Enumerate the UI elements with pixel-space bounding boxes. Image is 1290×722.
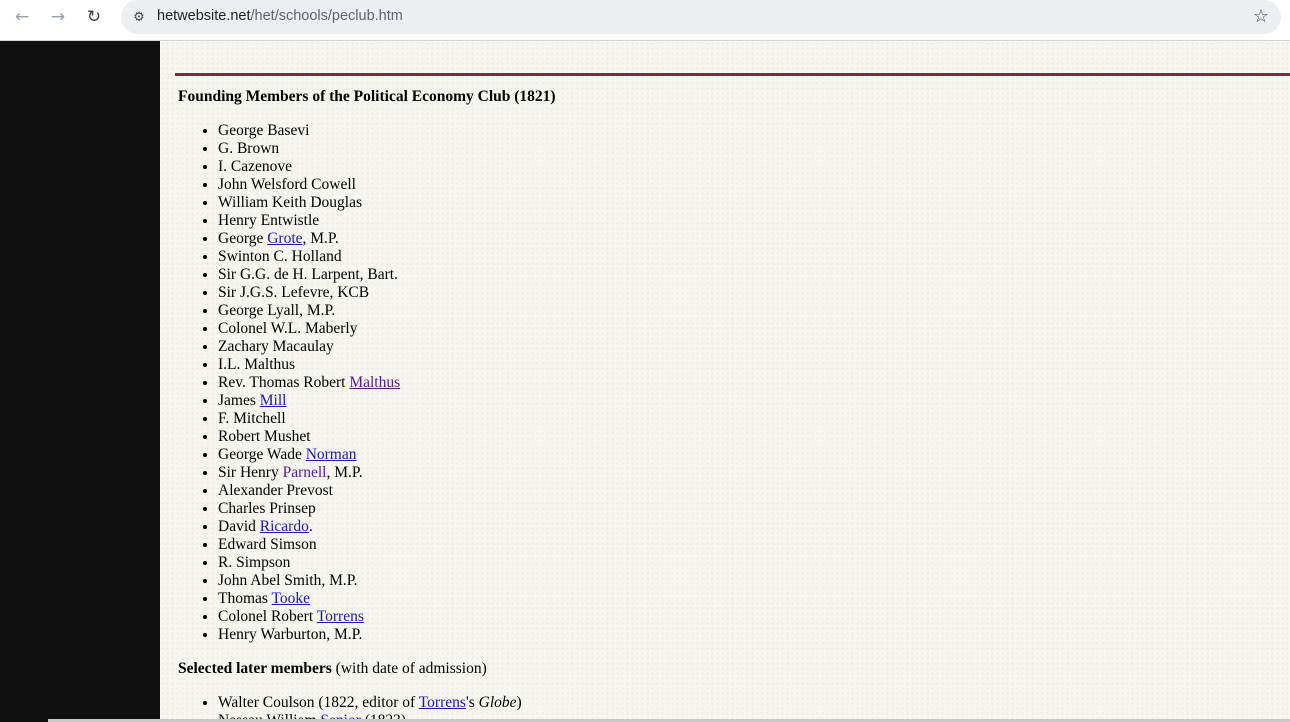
list-item: Swinton C. Holland — [218, 248, 400, 266]
list-item: Thomas Tooke — [218, 590, 400, 608]
member-text: George Lyall, M.P. — [218, 302, 336, 319]
list-item: Charles Prinsep — [218, 500, 400, 518]
member-text: G. Brown — [218, 140, 280, 157]
list-item: G. Brown — [218, 140, 400, 158]
address-bar[interactable]: ⚙ hetwebsite.net/het/schools/peclub.htm … — [121, 0, 1281, 34]
list-item: James Mill — [218, 392, 400, 410]
member-text: George Basevi — [218, 122, 310, 139]
list-item: Colonel Robert Torrens — [218, 608, 400, 626]
list-item: Sir Henry Parnell, M.P. — [218, 464, 400, 482]
bookmark-star-icon[interactable]: ☆ — [1253, 6, 1269, 27]
member-text: Alexander Prevost — [218, 482, 333, 499]
member-text: Walter Coulson (1822, editor of — [218, 694, 419, 711]
member-link-grote[interactable]: Grote — [267, 230, 302, 247]
member-link-ricardo[interactable]: Ricardo — [260, 518, 309, 535]
later-members-list: Walter Coulson (1822, editor of Torrens'… — [178, 694, 522, 722]
member-text: I.L. Malthus — [218, 356, 296, 373]
horizontal-rule — [175, 73, 1290, 76]
member-text: Rev. Thomas Robert — [218, 374, 350, 391]
list-item: Sir J.G.S. Lefevre, KCB — [218, 284, 400, 302]
member-text: Edward Simson — [218, 536, 317, 553]
url-path: /het/schools/peclub.htm — [250, 8, 403, 24]
list-item: Sir G.G. de H. Larpent, Bart. — [218, 266, 400, 284]
list-item: David Ricardo. — [218, 518, 400, 536]
member-text: ) — [516, 694, 522, 711]
member-text: . — [308, 518, 313, 535]
url-text[interactable]: hetwebsite.net/het/schools/peclub.htm — [157, 8, 403, 24]
member-text: Sir Henry — [218, 464, 283, 481]
list-item: Colonel W.L. Maberly — [218, 320, 400, 338]
member-text: Henry Entwistle — [218, 212, 320, 229]
member-link-mill[interactable]: Mill — [260, 392, 287, 409]
member-link-torrens[interactable]: Torrens — [317, 608, 364, 625]
list-item: Edward Simson — [218, 536, 400, 554]
list-item: George Wade Norman — [218, 446, 400, 464]
member-text: 's — [465, 694, 479, 711]
member-text: John Abel Smith, M.P. — [218, 572, 358, 589]
list-item: I. Cazenove — [218, 158, 400, 176]
member-text: Charles Prinsep — [218, 500, 316, 517]
member-text: Colonel Robert — [218, 608, 317, 625]
back-arrow-icon[interactable]: ← — [8, 6, 36, 28]
list-item: Henry Warburton, M.P. — [218, 626, 400, 644]
member-text: James — [218, 392, 260, 409]
member-text: Colonel W.L. Maberly — [218, 320, 358, 337]
member-text: Thomas — [218, 590, 272, 607]
list-item: F. Mitchell — [218, 410, 400, 428]
later-members-heading: Selected later members (with date of adm… — [178, 660, 487, 678]
list-item: Rev. Thomas Robert Malthus — [218, 374, 400, 392]
member-text: , M.P. — [326, 464, 363, 481]
later-members-heading-note: (with date of admission) — [331, 660, 487, 677]
list-item: Walter Coulson (1822, editor of Torrens'… — [218, 694, 522, 712]
list-item: R. Simpson — [218, 554, 400, 572]
member-text: Sir J.G.S. Lefevre, KCB — [218, 284, 370, 301]
member-text: William Keith Douglas — [218, 194, 363, 211]
member-text: F. Mitchell — [218, 410, 286, 427]
list-item: Henry Entwistle — [218, 212, 400, 230]
list-item: John Abel Smith, M.P. — [218, 572, 400, 590]
member-text: David — [218, 518, 260, 535]
list-item: Alexander Prevost — [218, 482, 400, 500]
list-item: Zachary Macaulay — [218, 338, 400, 356]
list-item: I.L. Malthus — [218, 356, 400, 374]
site-info-icon[interactable]: ⚙ — [129, 7, 149, 27]
list-item: George Lyall, M.P. — [218, 302, 400, 320]
page-sidebar — [0, 41, 160, 722]
list-item: George Basevi — [218, 122, 400, 140]
member-text: Swinton C. Holland — [218, 248, 342, 265]
member-link-malthus[interactable]: Malthus — [349, 374, 400, 391]
member-text: Zachary Macaulay — [218, 338, 334, 355]
member-text: , M.P. — [302, 230, 339, 247]
member-link-torrens[interactable]: Torrens — [419, 694, 466, 711]
page-title: Founding Members of the Political Econom… — [178, 88, 556, 105]
member-text: George Wade — [218, 446, 306, 463]
later-members-heading-bold: Selected later members — [178, 660, 332, 677]
member-link-norman[interactable]: Norman — [306, 446, 357, 463]
browser-toolbar: ← → ↻ ⚙ hetwebsite.net/het/schools/peclu… — [0, 0, 1290, 41]
list-item: George Grote, M.P. — [218, 230, 400, 248]
member-text: John Welsford Cowell — [218, 176, 356, 193]
member-text: George — [218, 230, 268, 247]
page-content: Founding Members of the Political Econom… — [160, 41, 1290, 722]
member-text: I. Cazenove — [218, 158, 293, 175]
reload-icon[interactable]: ↻ — [80, 6, 108, 28]
member-text: Robert Mushet — [218, 428, 311, 445]
member-text: R. Simpson — [218, 554, 291, 571]
founding-members-list: George BaseviG. BrownI. CazenoveJohn Wel… — [178, 122, 400, 644]
list-item: William Keith Douglas — [218, 194, 400, 212]
url-host: hetwebsite.net — [157, 8, 251, 24]
publication-title: Globe — [478, 694, 517, 711]
forward-arrow-icon[interactable]: → — [44, 6, 72, 28]
list-item: John Welsford Cowell — [218, 176, 400, 194]
member-text: Sir G.G. de H. Larpent, Bart. — [218, 266, 398, 283]
member-link-parnell[interactable]: Parnell — [283, 464, 327, 481]
member-text: Henry Warburton, M.P. — [218, 626, 363, 643]
list-item: Robert Mushet — [218, 428, 400, 446]
member-link-tooke[interactable]: Tooke — [272, 590, 311, 607]
